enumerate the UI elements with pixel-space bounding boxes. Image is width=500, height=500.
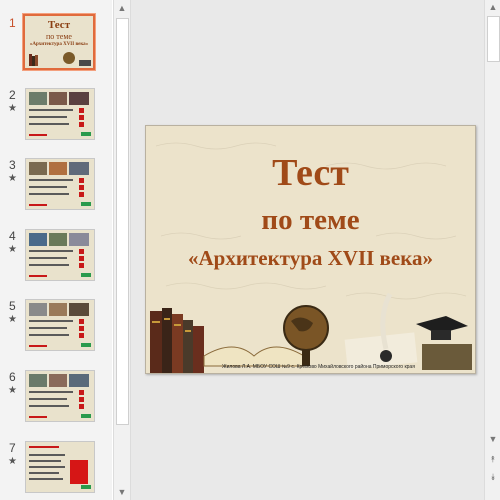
slide-number: 2 bbox=[9, 88, 16, 102]
animation-star-icon: ★ bbox=[8, 103, 17, 114]
slide-scrollbar[interactable]: ▲ ▼ ⯭ ⯯ bbox=[484, 0, 500, 500]
scroll-up-arrow-icon[interactable]: ▲ bbox=[114, 0, 130, 16]
animation-star-icon: ★ bbox=[8, 385, 17, 396]
slide-number: 6 bbox=[9, 370, 16, 384]
slide-footer: Жилова Л.А. МБОУ СОШ №9 с. Кремово Михай… bbox=[222, 364, 415, 370]
slide-thumbnail[interactable] bbox=[25, 88, 95, 140]
thumb-subtitle: по теме bbox=[46, 32, 72, 41]
slide-thumbnail[interactable] bbox=[25, 299, 95, 351]
scroll-down-arrow-icon[interactable]: ▼ bbox=[114, 484, 130, 500]
thumbnail-scrollbar[interactable]: ▲ ▼ bbox=[113, 0, 131, 500]
scroll-down-arrow-icon[interactable]: ▼ bbox=[485, 432, 500, 446]
animation-star-icon: ★ bbox=[8, 173, 17, 184]
slide-thumbnail[interactable] bbox=[25, 158, 95, 210]
thumb-topic: «Архитектура XVII века» bbox=[29, 42, 89, 47]
animation-star-icon: ★ bbox=[8, 244, 17, 255]
books-globe-quill-illustration bbox=[150, 292, 472, 373]
slide-topic: «Архитектура XVII века» bbox=[187, 246, 434, 270]
slide-title: Тест bbox=[272, 152, 349, 194]
slide-thumbnail[interactable] bbox=[25, 229, 95, 281]
slide-subtitle: по теме bbox=[261, 204, 360, 236]
animation-star-icon: ★ bbox=[8, 456, 17, 467]
next-slide-icon[interactable]: ⯯ bbox=[485, 470, 500, 484]
slide-thumbnail[interactable] bbox=[25, 441, 95, 493]
slide-number: 4 bbox=[9, 229, 16, 243]
slide-number: 1 bbox=[9, 16, 16, 30]
thumb-title: Тест bbox=[47, 19, 71, 31]
slide-thumbnail-panel: 1 Тест по теме «Архитектура XVII века» 2… bbox=[0, 0, 112, 500]
slide-number: 7 bbox=[9, 441, 16, 455]
slide-number: 3 bbox=[9, 158, 16, 172]
slide-number: 5 bbox=[9, 299, 16, 313]
current-slide[interactable]: Тест по теме «Архитектура XVII века» Жил… bbox=[145, 125, 476, 374]
scrollbar-thumb[interactable] bbox=[116, 18, 129, 425]
books-globe-illustration bbox=[29, 52, 91, 66]
scroll-up-arrow-icon[interactable]: ▲ bbox=[485, 0, 500, 14]
previous-slide-icon[interactable]: ⯭ bbox=[485, 452, 500, 466]
slide-thumbnail[interactable]: Тест по теме «Архитектура XVII века» bbox=[23, 14, 95, 70]
slide-thumbnail[interactable] bbox=[25, 370, 95, 422]
animation-star-icon: ★ bbox=[8, 314, 17, 325]
scrollbar-thumb[interactable] bbox=[487, 16, 500, 62]
